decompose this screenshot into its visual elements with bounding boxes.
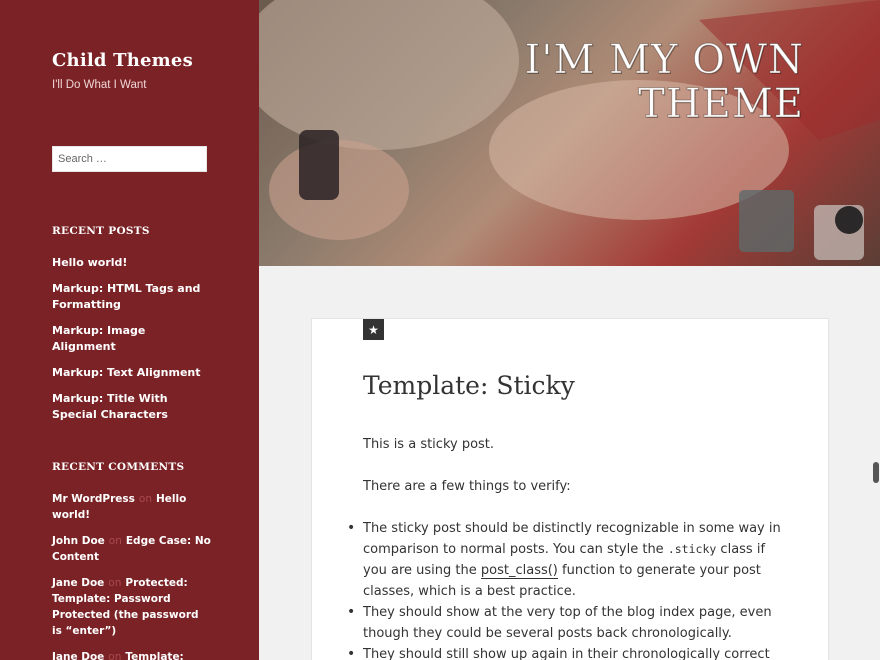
list-item: They should still show up again in their… xyxy=(347,644,783,660)
recent-posts-list: Hello world! Markup: HTML Tags and Forma… xyxy=(52,255,212,433)
comment-on: on xyxy=(108,535,122,547)
post-title[interactable]: Template: Sticky xyxy=(363,371,575,400)
post-class-link[interactable]: post_class() xyxy=(480,563,558,579)
recent-post-item[interactable]: Markup: Image Alignment xyxy=(52,323,212,355)
bullet-text: They should show at the very top of the … xyxy=(363,605,772,641)
post-paragraph: This is a sticky post. xyxy=(363,437,495,452)
recent-post-item[interactable]: Markup: Title With Special Characters xyxy=(52,391,212,423)
post-content: This is a sticky post. There are a few t… xyxy=(347,434,783,660)
comment-author[interactable]: Jane Doe xyxy=(52,651,104,660)
list-item: The sticky post should be distinctly rec… xyxy=(347,518,783,602)
comment-on: on xyxy=(108,577,122,589)
recent-comments-heading: RECENT COMMENTS xyxy=(52,461,185,473)
recent-posts-heading: RECENT POSTS xyxy=(52,225,150,237)
comment-item: Jane DoeonTemplate: Comments xyxy=(52,649,212,660)
post-card: ★ Template: Sticky This is a sticky post… xyxy=(311,318,829,660)
site-tagline: I'll Do What I Want xyxy=(52,79,147,91)
recent-post-item[interactable]: Hello world! xyxy=(52,255,212,271)
comment-on: on xyxy=(138,493,152,505)
recent-post-item[interactable]: Markup: HTML Tags and Formatting xyxy=(52,281,212,313)
recent-post-link[interactable]: Markup: HTML Tags and Formatting xyxy=(52,282,200,311)
site-title[interactable]: Child Themes xyxy=(52,50,193,71)
comment-author[interactable]: Mr WordPress xyxy=(52,493,135,505)
search-input[interactable] xyxy=(52,146,207,172)
recent-post-link[interactable]: Markup: Image Alignment xyxy=(52,324,145,353)
scrollbar-thumb[interactable] xyxy=(873,462,879,483)
header-title-line1: I'M MY OWN xyxy=(524,37,804,83)
bullet-text: They should still show up again in their… xyxy=(363,647,770,660)
header-image: I'M MY OWN THEME xyxy=(259,0,880,266)
header-title-line2: THEME xyxy=(638,81,804,127)
comment-on: on xyxy=(108,651,122,660)
recent-post-link[interactable]: Markup: Text Alignment xyxy=(52,366,201,379)
list-item: They should show at the very top of the … xyxy=(347,602,783,644)
recent-post-link[interactable]: Hello world! xyxy=(52,256,127,269)
comment-author[interactable]: Jane Doe xyxy=(52,577,104,589)
comment-author[interactable]: John Doe xyxy=(52,535,105,547)
post-bullet-list: The sticky post should be distinctly rec… xyxy=(347,518,783,660)
star-icon: ★ xyxy=(363,319,384,340)
post-paragraph: There are a few things to verify: xyxy=(363,479,571,494)
inline-code: .sticky xyxy=(667,542,717,556)
comment-item: John Doe on Edge Case: No Content xyxy=(52,533,212,565)
header-title: I'M MY OWN THEME xyxy=(524,37,804,127)
recent-comments-list: Mr WordPress on Hello world! John Doe on Edg… xyxy=(52,491,212,660)
comment-item: Mr WordPress on Hello world! xyxy=(52,491,212,523)
comment-item: Jane Doe on Protected: Template: Password … xyxy=(52,575,212,639)
recent-post-link[interactable]: Markup: Title With Special Characters xyxy=(52,392,168,421)
sidebar: Child Themes I'll Do What I Want RECENT … xyxy=(0,0,259,660)
recent-post-item[interactable]: Markup: Text Alignment xyxy=(52,365,212,381)
